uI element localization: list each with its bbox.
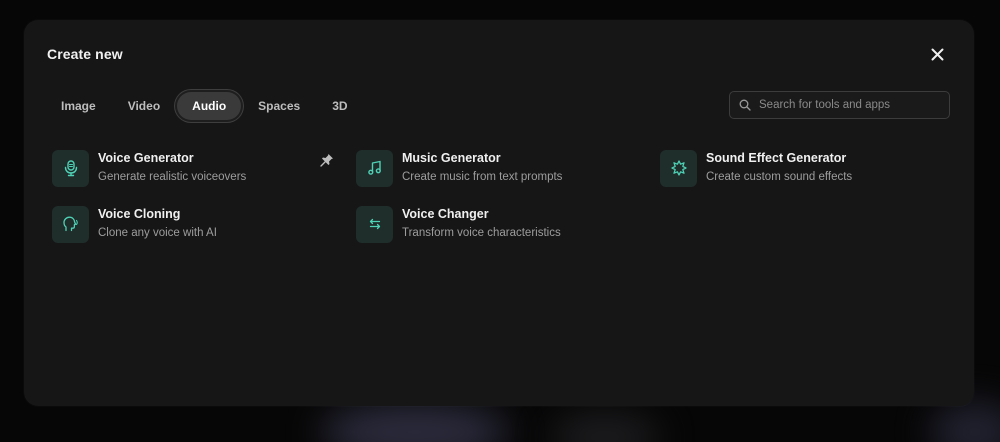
tool-sound-effect-generator[interactable]: Sound Effect Generator Create custom sou… bbox=[660, 148, 950, 188]
swap-arrows-icon bbox=[369, 218, 380, 230]
backdrop-glow bbox=[320, 402, 510, 442]
burst-icon bbox=[670, 160, 687, 176]
tool-name: Sound Effect Generator bbox=[706, 151, 847, 165]
category-tabs: Image Video Audio Spaces 3D bbox=[46, 90, 365, 122]
close-button[interactable] bbox=[926, 43, 948, 65]
head-speaking-icon bbox=[62, 216, 78, 232]
backdrop-glow bbox=[550, 412, 660, 442]
tab-3d[interactable]: 3D bbox=[317, 92, 362, 120]
tool-icon-tile bbox=[52, 205, 89, 243]
tool-icon-tile bbox=[356, 149, 393, 187]
tool-music-generator[interactable]: Music Generator Create music from text p… bbox=[356, 148, 646, 188]
tab-image[interactable]: Image bbox=[46, 92, 111, 120]
tool-name: Voice Generator bbox=[98, 151, 194, 165]
tool-description: Create music from text prompts bbox=[402, 171, 563, 183]
tool-icon-tile bbox=[356, 205, 393, 243]
tool-name: Voice Changer bbox=[402, 207, 489, 221]
tool-name: Music Generator bbox=[402, 151, 501, 165]
music-note-icon bbox=[367, 160, 381, 175]
tool-description: Generate realistic voiceovers bbox=[98, 171, 247, 183]
search-box[interactable] bbox=[729, 91, 950, 119]
create-new-modal: Create new Image Video Audio Spaces 3D S… bbox=[24, 20, 974, 406]
microphone-icon bbox=[64, 160, 77, 177]
search-icon bbox=[739, 99, 751, 111]
tool-voice-generator[interactable]: Voice Generator Generate realistic voice… bbox=[52, 148, 342, 188]
tool-icon-tile bbox=[52, 149, 89, 187]
tool-name: Voice Cloning bbox=[98, 207, 181, 221]
modal-title: Create new bbox=[47, 46, 123, 62]
pin-icon bbox=[320, 154, 333, 167]
tab-audio[interactable]: Audio bbox=[177, 92, 242, 120]
tab-spaces[interactable]: Spaces bbox=[243, 92, 315, 120]
tab-video[interactable]: Video bbox=[113, 92, 175, 120]
close-icon bbox=[931, 48, 943, 60]
tool-voice-changer[interactable]: Voice Changer Transform voice characteri… bbox=[356, 204, 646, 244]
tool-description: Create custom sound effects bbox=[706, 171, 853, 183]
tool-description: Clone any voice with AI bbox=[98, 227, 217, 239]
pin-button[interactable] bbox=[318, 151, 336, 169]
search-input[interactable] bbox=[759, 99, 939, 111]
backdrop-glow bbox=[930, 402, 1000, 442]
tool-description: Transform voice characteristics bbox=[402, 227, 561, 239]
tool-icon-tile bbox=[660, 149, 697, 187]
tool-voice-cloning[interactable]: Voice Cloning Clone any voice with AI bbox=[52, 204, 342, 244]
